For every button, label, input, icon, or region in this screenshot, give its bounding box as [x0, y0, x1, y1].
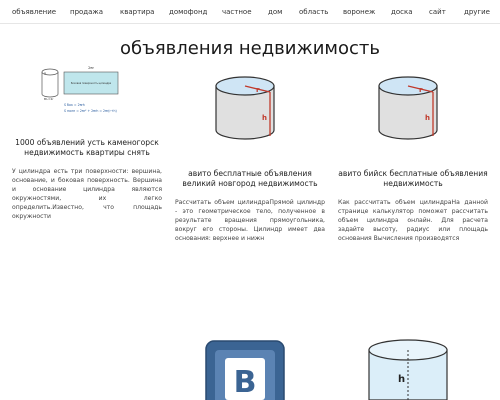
vk-logo-letter: B: [234, 365, 257, 400]
diagram-formula-lateral: S бок = 2πrh: [64, 103, 85, 107]
nav-link-sait[interactable]: сайт: [429, 8, 446, 16]
cylinder-image[interactable]: h: [365, 338, 451, 400]
listing-card-title[interactable]: авито бийск бесплатные объявления недвиж…: [338, 169, 488, 189]
diagram-bottom-label: L=2r: [46, 97, 54, 101]
cylinder-image[interactable]: r h: [210, 72, 280, 144]
nav-link-domofond[interactable]: домофонд: [169, 8, 207, 16]
nav-link-chastnoe[interactable]: частное: [222, 8, 252, 16]
vk-logo-icon[interactable]: B: [205, 340, 285, 400]
nav-link-doska[interactable]: доска: [391, 8, 413, 16]
listing-card-title[interactable]: авито бесплатные объявления великий новг…: [175, 169, 325, 189]
top-navigation: объявление продажа квартира домофонд час…: [0, 0, 500, 24]
diagram-rect-top-label: 2πr: [88, 66, 94, 70]
listing-card-text: Как рассчитать объем цилиндраНа данной с…: [338, 199, 488, 242]
radius-label: r: [419, 86, 423, 94]
diagram-rect-inner-label: Боковая поверхность цилиндра: [71, 82, 112, 85]
page-title: объявления недвижимость: [120, 38, 380, 59]
cylinder-image[interactable]: r h: [373, 72, 443, 144]
listing-card: 1000 объявлений усть каменогорск недвижи…: [12, 138, 162, 221]
listing-card-text: У цилиндра есть три поверхности: вершина…: [12, 168, 162, 220]
height-label: h: [398, 374, 405, 385]
listing-card-title[interactable]: 1000 объявлений усть каменогорск недвижи…: [12, 138, 162, 158]
nav-link-kvartira[interactable]: квартира: [120, 8, 154, 16]
height-label: h: [425, 114, 430, 122]
listing-card: авито бесплатные объявления великий новг…: [175, 169, 325, 243]
nav-link-voronezh[interactable]: воронеж: [343, 8, 375, 16]
nav-link-obyavlenie[interactable]: объявление: [12, 8, 56, 16]
listing-card-text: Рассчитать объем цилиндраПрямой цилиндр …: [175, 199, 325, 242]
radius-label: r: [256, 86, 260, 94]
nav-link-drugie[interactable]: другие: [464, 8, 490, 16]
listing-card: авито бийск бесплатные объявления недвиж…: [338, 169, 488, 243]
nav-link-prodazha[interactable]: продажа: [70, 8, 103, 16]
height-label: h: [262, 114, 267, 122]
nav-link-dom[interactable]: дом: [268, 8, 282, 16]
nav-link-oblast[interactable]: область: [299, 8, 328, 16]
cylinder-unfolding-diagram[interactable]: 2πr Боковая поверхность цилиндра A B L=2…: [38, 64, 128, 116]
diagram-formula-total: S полн = 2πr² + 2πrh = 2πr(r+h): [64, 109, 117, 113]
